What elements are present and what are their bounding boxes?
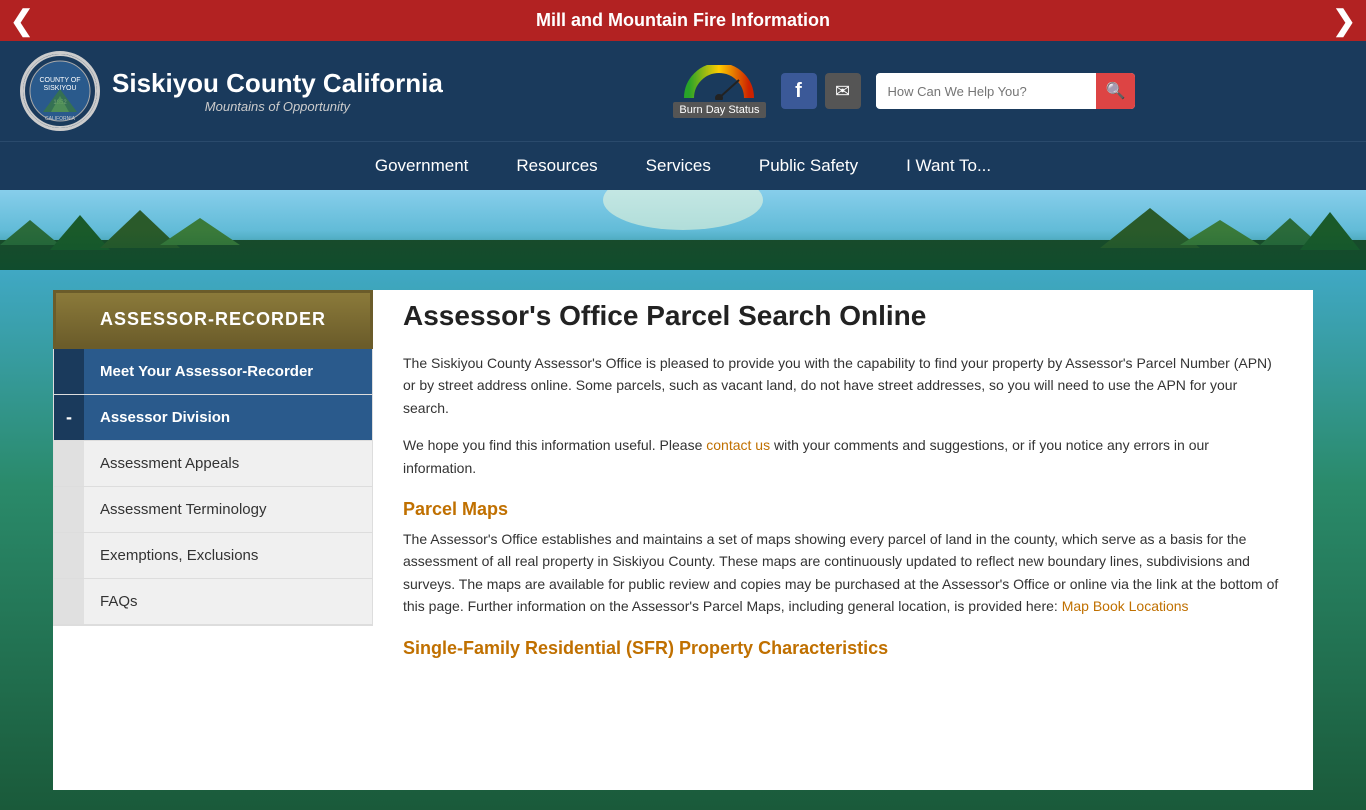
sidebar-meet-indicator: [54, 349, 84, 394]
sidebar-header: ASSESSOR-RECORDER: [53, 290, 373, 349]
sidebar-sub-label-exemptions[interactable]: Exemptions, Exclusions: [84, 533, 372, 578]
banner-arrow-left[interactable]: ❮: [10, 4, 33, 37]
sidebar-sub-spacer-3: [54, 533, 84, 578]
sidebar-sub-assessment-terminology[interactable]: Assessment Terminology: [54, 487, 372, 533]
facebook-link[interactable]: f: [781, 73, 817, 109]
nav-government[interactable]: Government: [351, 142, 493, 190]
sidebar-sub-spacer-2: [54, 487, 84, 532]
sidebar-sub-label-terminology[interactable]: Assessment Terminology: [84, 487, 372, 532]
page-title: Assessor's Office Parcel Search Online: [403, 300, 1283, 332]
sfr-title: Single-Family Residential (SFR) Property…: [403, 638, 1283, 659]
svg-text:COUNTY OF: COUNTY OF: [39, 77, 80, 84]
banner-text: Mill and Mountain Fire Information: [536, 10, 830, 31]
sidebar-assessor-indicator: -: [54, 395, 84, 440]
nav-services[interactable]: Services: [622, 142, 735, 190]
intro-2-text: We hope you find this information useful…: [403, 437, 702, 453]
sidebar-sub-faqs[interactable]: FAQs: [54, 579, 372, 625]
header-title: Siskiyou County California Mountains of …: [112, 68, 443, 114]
svg-text:CALIFORNIA: CALIFORNIA: [45, 116, 76, 122]
sidebar-sub-assessment-appeals[interactable]: Assessment Appeals: [54, 441, 372, 487]
sidebar-sub-spacer-1: [54, 441, 84, 486]
header-center: Burn Day Status f ✉ 🔍: [463, 65, 1346, 118]
main-content: Assessor's Office Parcel Search Online T…: [373, 290, 1313, 790]
banner-arrow-right[interactable]: ❯: [1333, 4, 1356, 37]
county-seal: COUNTY OF SISKIYOU 1852 CALIFORNIA: [20, 51, 100, 131]
header: COUNTY OF SISKIYOU 1852 CALIFORNIA Siski…: [0, 41, 1366, 141]
contact-us-link[interactable]: contact us: [706, 437, 770, 453]
header-logo: COUNTY OF SISKIYOU 1852 CALIFORNIA Siski…: [20, 51, 443, 131]
intro-paragraph-1: The Siskiyou County Assessor's Office is…: [403, 352, 1283, 419]
nav-resources[interactable]: Resources: [492, 142, 621, 190]
sidebar-item-meet[interactable]: Meet Your Assessor-Recorder: [54, 349, 372, 395]
site-title: Siskiyou County California: [112, 68, 443, 99]
search-bar: 🔍: [876, 73, 1136, 109]
sidebar-meet-label[interactable]: Meet Your Assessor-Recorder: [84, 349, 372, 394]
main-nav: Government Resources Services Public Saf…: [0, 141, 1366, 190]
sidebar-menu: Meet Your Assessor-Recorder - Assessor D…: [53, 349, 373, 626]
burn-day-label: Burn Day Status: [673, 102, 765, 118]
sidebar: ASSESSOR-RECORDER Meet Your Assessor-Rec…: [53, 290, 373, 790]
search-button[interactable]: 🔍: [1096, 73, 1136, 109]
social-icons: f ✉: [781, 73, 861, 109]
top-banner: ❮ Mill and Mountain Fire Information ❯: [0, 0, 1366, 41]
parcel-maps-body: The Assessor's Office establishes and ma…: [403, 528, 1283, 618]
sidebar-sub-spacer-4: [54, 579, 84, 624]
hero-image: [0, 190, 1366, 270]
sidebar-sub-label-faqs[interactable]: FAQs: [84, 579, 372, 624]
map-book-link[interactable]: Map Book Locations: [1062, 598, 1189, 614]
burn-day-gauge: [684, 65, 754, 100]
sidebar-sub-label-appeals[interactable]: Assessment Appeals: [84, 441, 372, 486]
nav-public-safety[interactable]: Public Safety: [735, 142, 882, 190]
burn-day-status[interactable]: Burn Day Status: [673, 65, 765, 118]
site-subtitle: Mountains of Opportunity: [112, 99, 443, 114]
sidebar-sub-exemptions[interactable]: Exemptions, Exclusions: [54, 533, 372, 579]
main-container: ASSESSOR-RECORDER Meet Your Assessor-Rec…: [53, 290, 1313, 790]
email-link[interactable]: ✉: [825, 73, 861, 109]
search-input[interactable]: [876, 76, 1096, 107]
sidebar-assessor-label[interactable]: Assessor Division: [84, 395, 372, 440]
sidebar-item-assessor-division[interactable]: - Assessor Division: [54, 395, 372, 441]
nav-i-want-to[interactable]: I Want To...: [882, 142, 1015, 190]
intro-paragraph-2: We hope you find this information useful…: [403, 434, 1283, 479]
parcel-maps-title: Parcel Maps: [403, 499, 1283, 520]
